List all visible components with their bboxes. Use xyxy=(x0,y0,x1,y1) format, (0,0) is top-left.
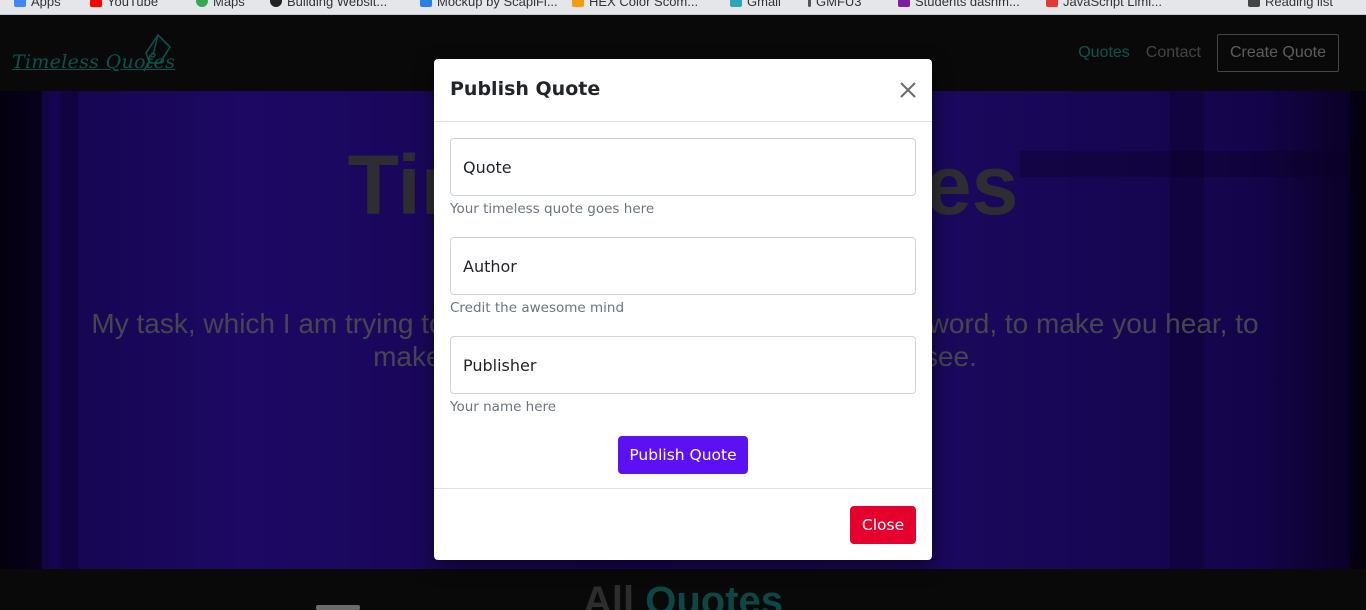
quote-field[interactable] xyxy=(450,138,916,196)
bookmarks-bar: Apps YouTube Maps Building Websit... Moc… xyxy=(0,0,1366,15)
author-field[interactable] xyxy=(450,237,916,295)
maps-pin-icon xyxy=(196,0,208,7)
bookmark-apps[interactable]: Apps xyxy=(14,0,61,11)
bookmark-hex-color[interactable]: HEX Color Scom... xyxy=(572,0,698,11)
publisher-field[interactable] xyxy=(450,336,916,394)
bookmark-reading-list[interactable]: Reading list xyxy=(1248,0,1333,11)
bookmark-label: Reading list xyxy=(1265,0,1333,9)
author-input[interactable] xyxy=(463,256,903,276)
horizontal-scrollbar-thumb[interactable] xyxy=(316,605,360,610)
bookmark-label: HEX Color Scom... xyxy=(589,0,699,9)
apps-grid-icon xyxy=(14,0,26,7)
bookmark-youtube[interactable]: YouTube xyxy=(90,0,158,11)
quote-help-text: Your timeless quote goes here xyxy=(450,201,655,217)
close-icon[interactable] xyxy=(898,80,918,100)
close-button[interactable]: Close xyxy=(850,506,916,544)
students-icon xyxy=(898,0,910,7)
modal-header: Publish Quote xyxy=(434,59,932,122)
bookmark-gmail[interactable]: Gmail xyxy=(730,0,781,11)
reading-list-icon xyxy=(1248,0,1260,7)
gmail-icon xyxy=(730,0,742,7)
bookmark-label: GMFU3 xyxy=(816,0,862,9)
quote-input[interactable] xyxy=(463,157,903,177)
bookmark-label: Mockup by ScapiFi... xyxy=(437,0,558,9)
bookmark-javascript[interactable]: JavaScript Limi... xyxy=(1046,0,1162,11)
modal-body: Your timeless quote goes here Credit the… xyxy=(434,122,932,489)
publish-quote-button[interactable]: Publish Quote xyxy=(618,436,748,474)
author-help-text: Credit the awesome mind xyxy=(450,300,625,316)
bookmark-icon xyxy=(808,0,811,7)
bookmark-label: JavaScript Limi... xyxy=(1063,0,1162,9)
bookmark-mockup[interactable]: Mockup by ScapiFi... xyxy=(420,0,558,11)
publish-quote-modal: Publish Quote Your timeless quote goes h… xyxy=(434,59,932,560)
bookmark-students[interactable]: Students dashm... xyxy=(898,0,1020,11)
bookmark-label: Apps xyxy=(31,0,61,9)
publisher-help-text: Your name here xyxy=(450,399,557,415)
mockup-icon xyxy=(420,0,432,7)
bookmark-label: Maps xyxy=(213,0,245,9)
publisher-input[interactable] xyxy=(463,355,903,375)
bookmark-gmfu3[interactable]: GMFU3 xyxy=(808,0,862,11)
hex-icon xyxy=(572,0,584,7)
bookmark-maps[interactable]: Maps xyxy=(196,0,245,11)
github-icon xyxy=(270,0,282,7)
bookmark-label: Gmail xyxy=(747,0,781,9)
youtube-icon xyxy=(90,0,102,7)
javascript-icon xyxy=(1046,0,1058,7)
bookmark-label: YouTube xyxy=(107,0,159,9)
bookmark-building-websites[interactable]: Building Websit... xyxy=(270,0,387,11)
bookmark-label: Building Websit... xyxy=(287,0,388,9)
modal-title: Publish Quote xyxy=(450,78,601,100)
bookmark-label: Students dashm... xyxy=(915,0,1020,9)
